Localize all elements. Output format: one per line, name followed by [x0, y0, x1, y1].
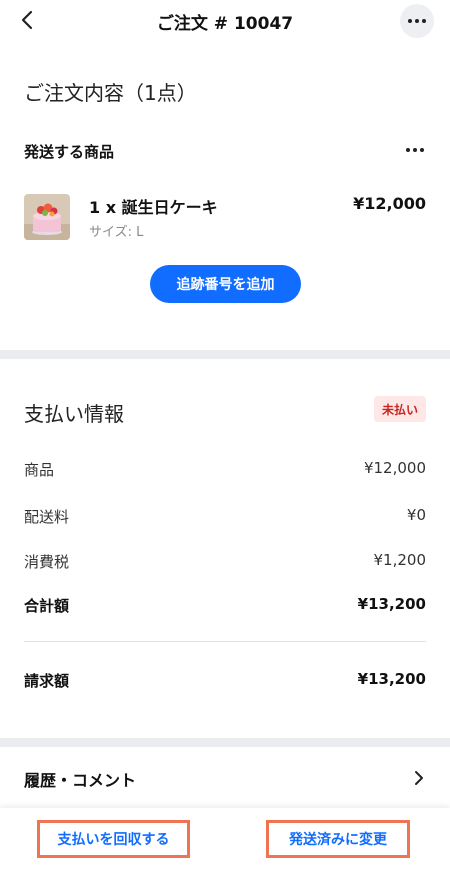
- history-label: 履歴・コメント: [24, 771, 137, 790]
- page-title: ご注文 # 10047: [156, 13, 294, 34]
- order-contents-title: ご注文内容（1点）: [24, 81, 197, 105]
- item-variant: サイズ: L: [89, 225, 144, 240]
- status-badge: 未払い: [373, 396, 426, 422]
- billed-label: 請求額: [24, 672, 70, 690]
- back-button[interactable]: [14, 6, 40, 34]
- more-options-button[interactable]: [400, 4, 434, 38]
- cake-thumbnail: [24, 194, 70, 240]
- total-label: 合計額: [24, 597, 70, 615]
- payment-title: 支払い情報: [24, 402, 124, 426]
- chevron-left-icon: [21, 10, 33, 30]
- collect-payment-button[interactable]: 支払いを回収する: [37, 820, 190, 858]
- add-tracking-button[interactable]: 追跡番号を追加: [150, 265, 301, 303]
- chevron-right-icon: [415, 771, 423, 785]
- section-divider: [0, 350, 450, 359]
- item-name: 1 x 誕生日ケーキ: [89, 198, 218, 217]
- subtotal-value: ¥12,000: [363, 459, 426, 477]
- mark-shipped-button[interactable]: 発送済みに変更: [266, 820, 410, 858]
- history-row[interactable]: 履歴・コメント: [0, 748, 450, 806]
- item-price: ¥12,000: [353, 194, 426, 213]
- more-horizontal-icon: [408, 19, 426, 23]
- section-divider: [0, 738, 450, 747]
- shipping-label: 配送料: [24, 508, 70, 526]
- tax-label: 消費税: [24, 553, 70, 571]
- shipping-value: ¥0: [406, 506, 426, 524]
- more-horizontal-icon: [406, 148, 424, 152]
- shipment-label: 発送する商品: [24, 143, 115, 161]
- payment-separator: [24, 641, 426, 642]
- shipment-more-button[interactable]: [402, 140, 428, 160]
- billed-value: ¥13,200: [357, 670, 426, 688]
- top-bar: ご注文 # 10047: [0, 0, 450, 42]
- tax-value: ¥1,200: [373, 551, 427, 569]
- subtotal-label: 商品: [24, 461, 55, 479]
- total-value: ¥13,200: [357, 595, 426, 613]
